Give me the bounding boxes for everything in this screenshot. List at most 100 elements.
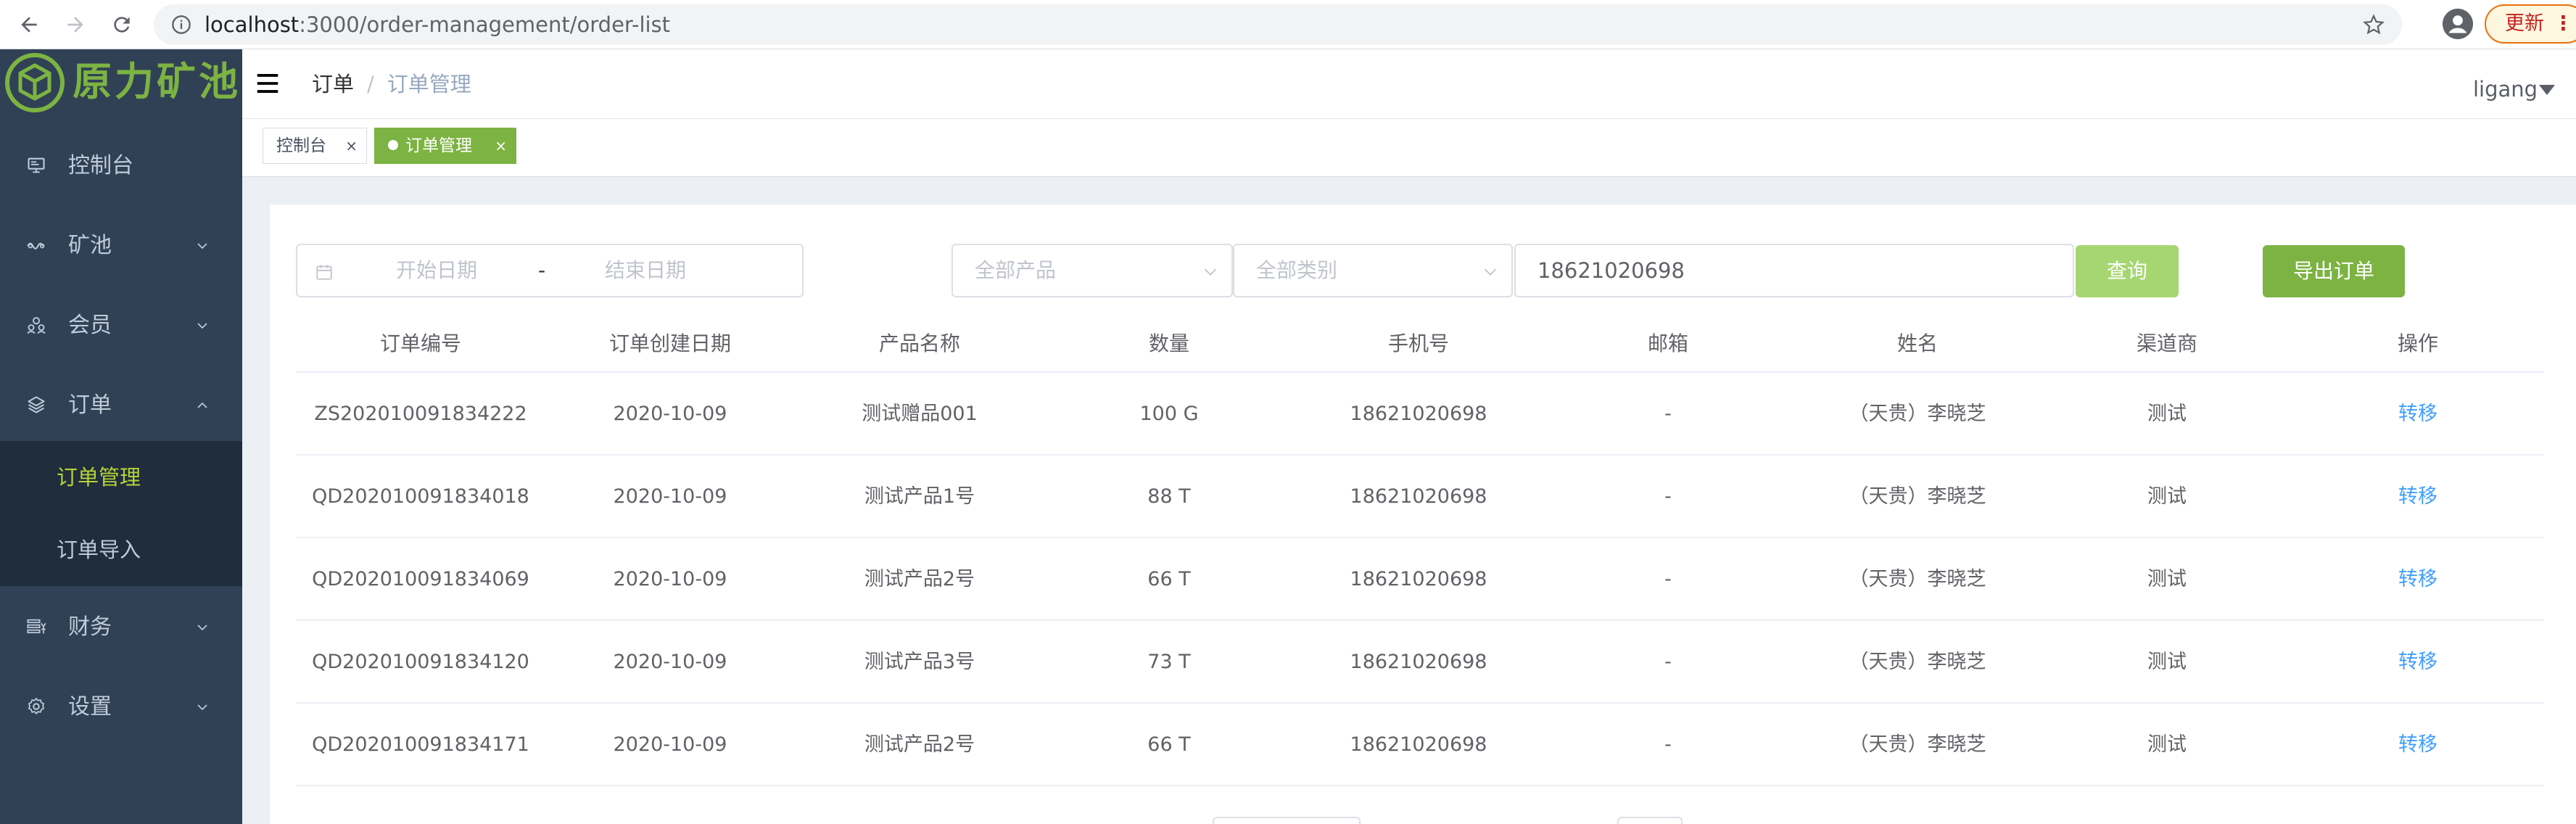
column-header: 订单编号 <box>379 331 461 355</box>
sidebar-item-settings[interactable]: 设置 <box>0 667 242 747</box>
search-input[interactable]: 18621020698 <box>1514 244 2074 297</box>
breadcrumb: 订单 / 订单管理 <box>312 49 471 119</box>
export-orders-button[interactable]: 导出订单 <box>2263 245 2405 297</box>
breadcrumb-item[interactable]: 订单 <box>312 72 354 96</box>
quantity-cell: 66 T <box>1147 733 1191 756</box>
phone-cell: 18621020698 <box>1350 403 1487 425</box>
name-cell: （天贵）李晓芝 <box>1849 485 1986 508</box>
phone-cell: 18621020698 <box>1350 568 1487 590</box>
table-row: QD202010091834171 2020-10-09 测试产品2号 66 T… <box>296 704 2544 786</box>
back-button[interactable] <box>10 6 48 44</box>
tag-label: 控制台 <box>276 136 326 155</box>
quantity-cell: 88 T <box>1147 485 1191 508</box>
breadcrumb-separator: / <box>367 72 374 96</box>
transfer-link[interactable]: 转移 <box>2292 621 2544 704</box>
pagination-jumper-input[interactable] <box>1617 817 1683 824</box>
chevron-down-icon <box>197 243 207 250</box>
created-date-cell: 2020-10-09 <box>613 485 727 508</box>
calendar-icon <box>316 265 332 280</box>
channel-cell: 测试 <box>2147 485 2187 508</box>
tag-dashboard[interactable]: 控制台 × <box>263 128 367 164</box>
tag-label: 订单管理 <box>405 136 472 155</box>
date-range-separator: - <box>538 258 546 282</box>
tags-view: 控制台 × 订单管理 × <box>242 119 2576 177</box>
transfer-link[interactable]: 转移 <box>2292 373 2544 456</box>
sidebar-item-orders[interactable]: 订单 <box>0 366 242 445</box>
column-header: 操作 <box>2397 331 2438 355</box>
profile-avatar-icon[interactable] <box>2441 7 2474 41</box>
column-header: 手机号 <box>1387 331 1449 355</box>
browser-update-button[interactable]: 更新 ⋮ <box>2485 4 2576 44</box>
channel-cell: 测试 <box>2147 651 2187 673</box>
quantity-cell: 100 G <box>1139 403 1199 425</box>
sidebar-item-finance[interactable]: 财务 <box>0 588 242 667</box>
transfer-link[interactable]: 转移 <box>2292 538 2544 621</box>
info-icon[interactable] <box>171 15 191 35</box>
email-cell: - <box>1664 403 1672 425</box>
date-range-picker[interactable]: 开始日期 - 结束日期 <box>296 244 804 297</box>
orders-table: 订单编号 订单创建日期 产品名称 数量 手机号 邮箱 姓名 渠道商 操作 ZS2… <box>296 315 2544 786</box>
start-date-input[interactable]: 开始日期 <box>396 245 477 296</box>
table-row: ZS202010091834222 2020-10-09 测试赠品001 100… <box>296 373 2544 456</box>
sidebar-item-label: 订单 <box>68 392 112 418</box>
bookmark-star-icon[interactable] <box>2363 14 2385 36</box>
product-select-placeholder: 全部产品 <box>975 258 1057 282</box>
channel-cell: 测试 <box>2147 568 2187 590</box>
logo[interactable]: 原力矿池 <box>0 49 242 115</box>
pagination-size-select[interactable] <box>1213 817 1361 824</box>
column-header: 数量 <box>1148 331 1189 355</box>
sidebar-item-label: 矿池 <box>68 233 112 258</box>
transfer-link[interactable]: 转移 <box>2292 456 2544 538</box>
active-dot-icon <box>388 139 398 150</box>
user-menu[interactable]: ligang <box>2473 49 2538 129</box>
chevron-down-icon <box>197 625 207 631</box>
dashboard-icon <box>28 157 45 173</box>
address-bar[interactable]: localhost:3000/order-management/order-li… <box>154 4 2402 45</box>
product-select[interactable]: 全部产品 <box>951 244 1233 297</box>
hamburger-icon[interactable] <box>254 70 281 97</box>
end-date-input[interactable]: 结束日期 <box>605 245 686 296</box>
category-select-placeholder: 全部类别 <box>1256 258 1338 282</box>
created-date-cell: 2020-10-09 <box>613 568 727 590</box>
search-input-value: 18621020698 <box>1537 258 1685 283</box>
order-id-cell: QD202010091834069 <box>312 568 529 590</box>
phone-cell: 18621020698 <box>1350 733 1487 756</box>
sidebar-item-label: 会员 <box>68 313 112 338</box>
transfer-link[interactable]: 转移 <box>2292 704 2544 786</box>
created-date-cell: 2020-10-09 <box>613 651 727 673</box>
sidebar-item-members[interactable]: 会员 <box>0 286 242 366</box>
sidebar-item-dashboard[interactable]: 控制台 <box>0 126 242 206</box>
finance-icon <box>27 619 46 634</box>
sidebar-item-label: 设置 <box>68 694 112 720</box>
table-row: QD202010091834069 2020-10-09 测试产品2号 66 T… <box>296 538 2544 621</box>
query-button[interactable]: 查询 <box>2076 245 2179 297</box>
close-icon[interactable]: × <box>495 128 507 163</box>
browser-toolbar: localhost:3000/order-management/order-li… <box>0 0 2576 49</box>
submenu-item-label: 订单导入 <box>57 537 141 562</box>
forward-button[interactable] <box>57 6 94 44</box>
column-header: 渠道商 <box>2136 331 2197 355</box>
product-name-cell: 测试产品1号 <box>864 485 975 508</box>
submenu-item-order-management[interactable]: 订单管理 <box>0 441 242 514</box>
sidebar-item-pool[interactable]: 矿池 <box>0 206 242 286</box>
sidebar-item-label: 财务 <box>68 614 112 640</box>
reload-button[interactable] <box>103 6 141 44</box>
phone-cell: 18621020698 <box>1350 485 1487 508</box>
caret-down-icon[interactable] <box>2538 84 2556 96</box>
more-menu-icon: ⋮ <box>2554 12 2573 35</box>
pool-icon <box>27 242 45 250</box>
name-cell: （天贵）李晓芝 <box>1849 651 1986 673</box>
submenu-item-order-import[interactable]: 订单导入 <box>0 514 242 586</box>
order-id-cell: QD202010091834171 <box>312 733 529 756</box>
close-icon[interactable]: × <box>345 128 358 163</box>
name-cell: （天贵）李晓芝 <box>1849 733 1986 756</box>
members-icon <box>27 317 46 334</box>
tag-order-management[interactable]: 订单管理 × <box>374 128 516 164</box>
product-name-cell: 测试赠品001 <box>862 403 978 425</box>
back-arrow-icon <box>21 17 37 33</box>
category-select[interactable]: 全部类别 <box>1233 244 1513 297</box>
chevron-down-icon <box>1485 268 1496 276</box>
quantity-cell: 66 T <box>1147 568 1191 590</box>
sidebar-item-label: 控制台 <box>68 153 133 178</box>
column-header: 姓名 <box>1896 331 1938 355</box>
